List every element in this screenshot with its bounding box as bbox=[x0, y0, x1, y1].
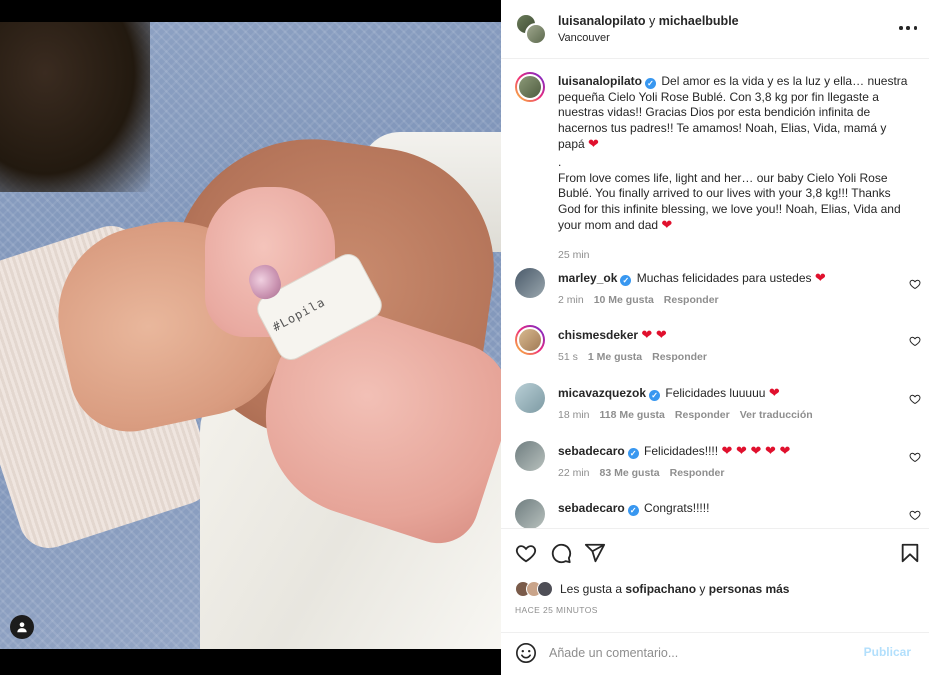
heart-emoji-icon: ❤ bbox=[768, 385, 780, 400]
photo-scene: #Lopila bbox=[0, 22, 501, 649]
likes-others-link[interactable]: personas más bbox=[709, 582, 790, 596]
comment-body: chismesdeker ❤ ❤ bbox=[558, 327, 908, 344]
comment-time: 18 min bbox=[558, 409, 590, 421]
more-dots-icon[interactable] bbox=[899, 20, 917, 36]
post-header: luisanalopilato y michaelbuble Vancouver bbox=[501, 0, 929, 59]
heart-icon[interactable] bbox=[909, 509, 921, 521]
heart-icon[interactable] bbox=[909, 278, 921, 290]
avatar[interactable] bbox=[515, 268, 545, 298]
comment-username[interactable]: micavazquezok bbox=[558, 386, 646, 400]
comment-text: Muchas felicidades para ustedes bbox=[636, 271, 812, 285]
comment-likes-link[interactable]: 83 Me gusta bbox=[600, 467, 660, 479]
likes-joiner: y bbox=[699, 582, 706, 596]
author-link[interactable]: michaelbuble bbox=[659, 14, 739, 28]
author-joiner: y bbox=[649, 14, 656, 28]
avatar-image bbox=[517, 327, 543, 353]
reply-button[interactable]: Responder bbox=[670, 467, 725, 479]
likes-text: Les gusta a sofipachano y personas más bbox=[560, 582, 789, 596]
verified-badge-icon: ✓ bbox=[627, 448, 639, 459]
heart-icon[interactable] bbox=[515, 542, 537, 564]
comments-list[interactable]: luisanalopilato ✓ Del amor es la vida y e… bbox=[501, 59, 929, 528]
comment-likes-link[interactable]: 1 Me gusta bbox=[588, 351, 642, 363]
comment-username[interactable]: sebadecaro bbox=[558, 444, 625, 458]
reply-button[interactable]: Responder bbox=[652, 351, 707, 363]
avatar-image bbox=[517, 74, 543, 100]
dot bbox=[899, 26, 903, 30]
comment-username[interactable]: marley_ok bbox=[558, 271, 617, 285]
verified-badge-icon: ✓ bbox=[620, 275, 632, 286]
comment-body: sebadecaro ✓ Congrats!!!!! bbox=[558, 501, 908, 517]
comment-body: marley_ok ✓ Muchas felicidades para usted… bbox=[558, 270, 908, 287]
comment-meta: 22 min 83 Me gusta Responder bbox=[558, 467, 724, 479]
heart-icon[interactable] bbox=[909, 451, 921, 463]
heart-emoji-icon: ❤ bbox=[588, 136, 599, 152]
heart-emoji-icon: ❤ ❤ bbox=[641, 327, 667, 342]
user-tag-icon[interactable] bbox=[10, 615, 34, 639]
verified-badge-icon: ✓ bbox=[645, 78, 657, 89]
publish-button[interactable]: Publicar bbox=[864, 645, 911, 659]
dot bbox=[913, 26, 917, 30]
share-icon[interactable] bbox=[584, 542, 606, 564]
caption-username[interactable]: luisanalopilato bbox=[558, 74, 642, 88]
heart-icon[interactable] bbox=[909, 335, 921, 347]
avatar[interactable] bbox=[525, 23, 547, 45]
caption-text-en: From love comes life, light and her… our… bbox=[558, 170, 904, 233]
avatar[interactable] bbox=[515, 325, 545, 355]
comment-input[interactable] bbox=[549, 641, 849, 665]
comment-icon[interactable] bbox=[550, 542, 572, 564]
collab-avatars[interactable] bbox=[515, 13, 547, 45]
comment-text: Congrats!!!!! bbox=[644, 501, 710, 515]
comment-username[interactable]: sebadecaro bbox=[558, 501, 625, 515]
emoji-icon[interactable] bbox=[515, 642, 537, 664]
wristband-text: #Lopila bbox=[270, 294, 328, 335]
caption-body: luisanalopilato ✓ Del amor es la vida y e… bbox=[558, 74, 908, 234]
avatar[interactable] bbox=[515, 499, 545, 528]
author-link[interactable]: luisanalopilato bbox=[558, 14, 646, 28]
post-authors: luisanalopilato y michaelbuble bbox=[558, 14, 739, 28]
comment-username[interactable]: chismesdeker bbox=[558, 328, 638, 342]
heart-icon[interactable] bbox=[909, 393, 921, 405]
comment-meta: 18 min 118 Me gusta Responder Ver traducció… bbox=[558, 409, 813, 421]
photo-background-shadow bbox=[0, 22, 150, 192]
verified-badge-icon: ✓ bbox=[649, 390, 661, 401]
likes-prefix: Les gusta a bbox=[560, 582, 623, 596]
comment-time: 22 min bbox=[558, 467, 590, 479]
comment-time: 2 min bbox=[558, 294, 584, 306]
avatar[interactable] bbox=[537, 581, 553, 597]
comment-time: 51 s bbox=[558, 351, 578, 363]
comment-text: Felicidades!!!! bbox=[644, 444, 719, 458]
comment-meta: 2 min 10 Me gusta Responder bbox=[558, 294, 719, 306]
reply-button[interactable]: Responder bbox=[675, 409, 730, 421]
comment-text: Felicidades luuuuu bbox=[665, 386, 766, 400]
comment-meta: 51 s 1 Me gusta Responder bbox=[558, 351, 707, 363]
avatar[interactable] bbox=[515, 383, 545, 413]
avatar[interactable] bbox=[515, 441, 545, 471]
comment-likes-link[interactable]: 118 Me gusta bbox=[600, 409, 665, 421]
location-link[interactable]: Vancouver bbox=[558, 32, 610, 44]
comment-body: micavazquezok ✓ Felicidades luuuuu ❤ bbox=[558, 385, 908, 402]
heart-emoji-icon: ❤ bbox=[814, 270, 826, 285]
post-timestamp[interactable]: HACE 25 MINUTOS bbox=[515, 605, 598, 615]
post-actions: Les gusta a sofipachano y personas más H… bbox=[501, 528, 929, 632]
liker-link[interactable]: sofipachano bbox=[625, 582, 696, 596]
likes-summary: Les gusta a sofipachano y personas más bbox=[515, 579, 789, 599]
reply-button[interactable]: Responder bbox=[664, 294, 719, 306]
post-photo[interactable]: #Lopila bbox=[0, 0, 501, 675]
caption-text-en-wrap: From love comes life, light and her… our… bbox=[558, 171, 908, 234]
heart-emoji-icon: ❤ bbox=[661, 217, 673, 233]
heart-emoji-icon: ❤ ❤ ❤ ❤ ❤ bbox=[721, 443, 791, 458]
verified-badge-icon: ✓ bbox=[627, 505, 639, 516]
post-side-panel: luisanalopilato y michaelbuble Vancouver… bbox=[501, 0, 929, 675]
caption-time: 25 min bbox=[558, 249, 590, 261]
avatar[interactable] bbox=[515, 72, 545, 102]
caption-separator: . bbox=[558, 154, 562, 169]
comment-composer: Publicar bbox=[501, 632, 929, 675]
comment-body: sebadecaro ✓ Felicidades!!!! ❤ ❤ ❤ ❤ ❤ bbox=[558, 443, 908, 460]
dot bbox=[906, 26, 910, 30]
bookmark-icon[interactable] bbox=[899, 542, 921, 564]
translate-button[interactable]: Ver traducción bbox=[740, 409, 813, 421]
comment-likes-link[interactable]: 10 Me gusta bbox=[594, 294, 654, 306]
